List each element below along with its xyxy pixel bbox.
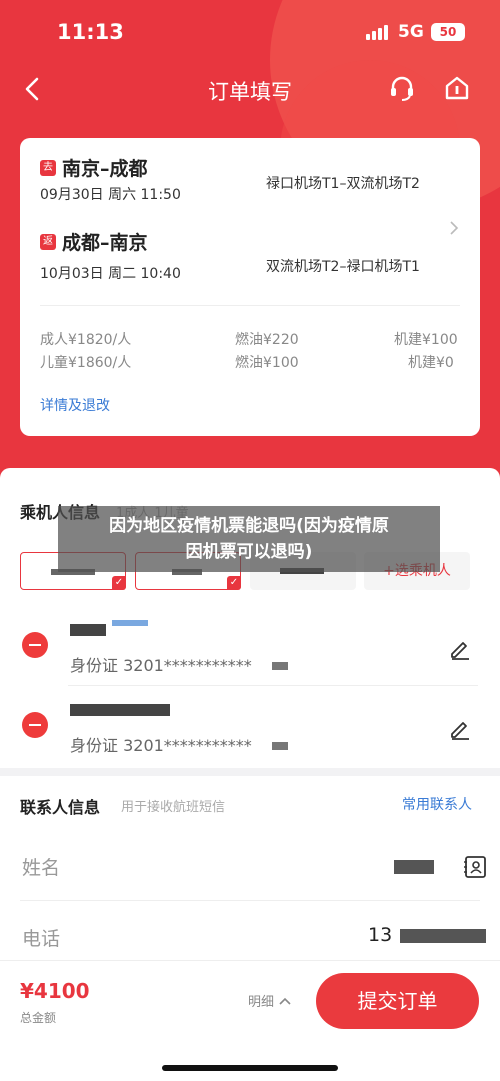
check-icon: ✓ [227, 576, 241, 590]
battery-icon: 50 [431, 23, 465, 41]
navigation-bar: 订单填写 [0, 66, 500, 114]
status-bar: 11:13 5G 50 [0, 14, 500, 54]
watermark-line2: 因机票可以退吗) [185, 542, 313, 562]
flight-card[interactable]: 去 南京–成都 09月30日 周六 11:50 禄口机场T1–双流机场T2 返 … [20, 138, 480, 436]
return-airports: 双流机场T2–禄口机场T1 [266, 259, 420, 275]
check-icon: ✓ [112, 576, 126, 590]
id-number: 身份证 3201*********** [70, 736, 252, 755]
signal-icon [366, 24, 390, 40]
adult-fare: 成人¥1820/人 [40, 332, 132, 348]
contact-book-icon[interactable] [462, 854, 488, 880]
watermark-line1: 因为地区疫情机票能退吗(因为疫情原 [109, 516, 389, 536]
contact-hint: 用于接收航班短信 [121, 800, 226, 815]
edit-icon[interactable] [448, 716, 472, 740]
phone-value[interactable] [400, 929, 486, 943]
return-datetime: 10月03日 周二 10:40 [40, 266, 181, 282]
total-price: ¥4100 [20, 979, 90, 1003]
frequent-contacts-link[interactable]: 常用联系人 [402, 794, 472, 814]
home-indicator [162, 1065, 338, 1071]
home-icon[interactable] [443, 74, 471, 102]
card-divider [40, 305, 460, 306]
phone-prefix: 13 [368, 924, 393, 946]
masked-name [70, 624, 106, 636]
return-tag: 返 [40, 234, 56, 250]
adult-tax: 机建¥100 [394, 332, 458, 348]
return-route: 成都–南京 [62, 232, 148, 254]
page-title: 订单填写 [208, 80, 292, 104]
price-detail-toggle[interactable]: 明细 [248, 991, 292, 1010]
child-tax: 机建¥0 [408, 355, 454, 371]
passenger-row: 身份证 3201*********** [0, 686, 500, 768]
edit-icon[interactable] [448, 636, 472, 660]
chevron-right-icon[interactable] [446, 218, 462, 238]
child-fuel: 燃油¥100 [235, 355, 299, 371]
row-divider [20, 900, 480, 901]
child-fare: 儿童¥1860/人 [40, 355, 132, 371]
phone-label: 电话 [22, 928, 61, 950]
adult-fuel: 燃油¥220 [235, 332, 299, 348]
customer-service-icon[interactable] [388, 74, 416, 102]
masked-name [112, 620, 148, 626]
name-label: 姓名 [22, 857, 61, 879]
details-refund-link[interactable]: 详情及退改 [40, 395, 110, 415]
submit-order-button[interactable]: 提交订单 [316, 973, 479, 1029]
id-number: 身份证 3201*********** [70, 656, 252, 675]
remove-passenger-icon[interactable] [22, 632, 48, 658]
watermark-overlay: 因为地区疫情机票能退吗(因为疫情原 因机票可以退吗) [58, 506, 440, 572]
outbound-tag: 去 [40, 160, 56, 176]
passenger-row: 身份证 3201*********** [0, 604, 500, 686]
total-label: 总金额 [20, 1011, 57, 1025]
contact-section: 联系人信息 用于接收航班短信 常用联系人 姓名 电话 13 [0, 776, 500, 960]
outbound-airports: 禄口机场T1–双流机场T2 [266, 176, 420, 192]
masked-id [272, 662, 288, 670]
outbound-route: 南京–成都 [62, 158, 148, 180]
contact-title: 联系人信息 [20, 798, 101, 817]
masked-name [70, 704, 170, 716]
name-value[interactable] [394, 860, 434, 874]
masked-id [272, 742, 288, 750]
bottom-bar: ¥4100 总金额 明细 提交订单 [0, 960, 500, 1081]
status-time: 11:13 [57, 20, 124, 44]
remove-passenger-icon[interactable] [22, 712, 48, 738]
outbound-datetime: 09月30日 周六 11:50 [40, 187, 181, 203]
chevron-up-icon [278, 995, 292, 1010]
detail-label: 明细 [248, 995, 275, 1010]
network-type: 5G [398, 22, 424, 42]
